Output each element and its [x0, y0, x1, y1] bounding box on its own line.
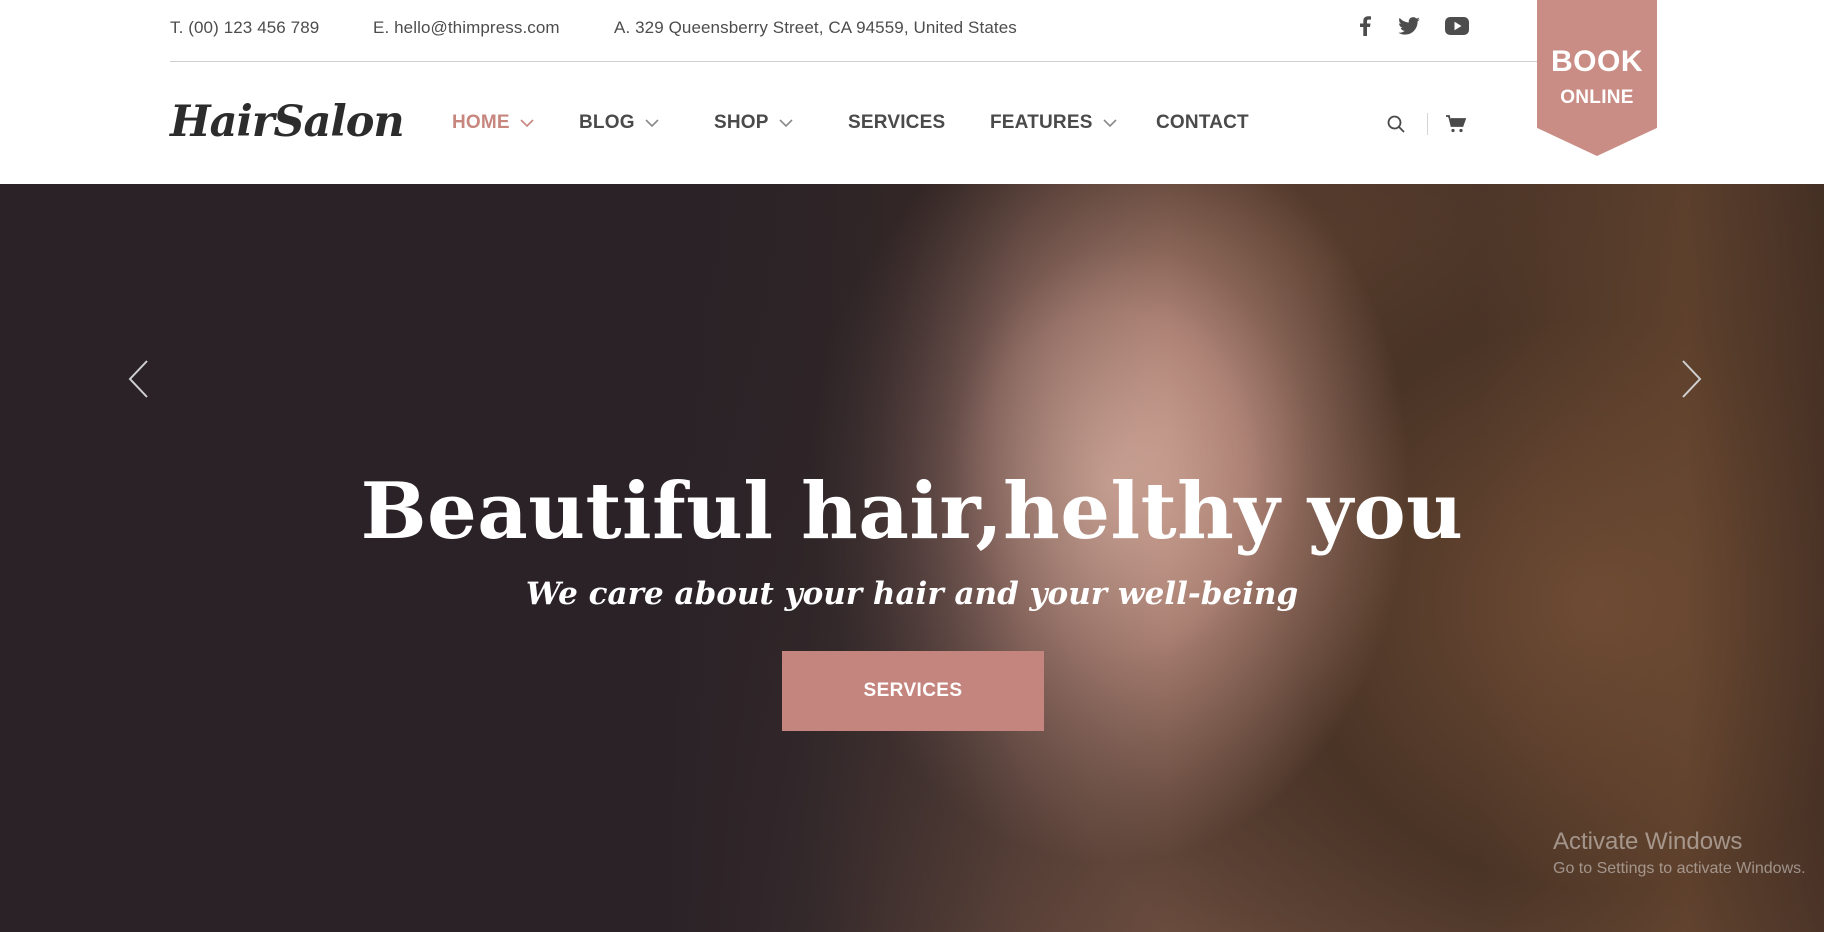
email-text[interactable]: E. hello@thimpress.com: [373, 18, 560, 38]
phone-text: T. (00) 123 456 789: [170, 18, 320, 37]
nav-item-home[interactable]: HOME: [452, 112, 534, 134]
twitter-icon[interactable]: [1396, 14, 1422, 38]
hero-image-hair: [1480, 184, 1824, 932]
slider-next-arrow-icon[interactable]: [1672, 352, 1712, 406]
chevron-down-icon: [520, 118, 534, 127]
chevron-down-icon: [1103, 118, 1117, 127]
hero-subtitle: We care about your hair and your well-be…: [525, 576, 1299, 612]
search-icon[interactable]: [1383, 111, 1409, 137]
slider-prev-arrow-icon[interactable]: [118, 352, 158, 406]
nav-label: SHOP: [714, 112, 769, 133]
hero-title: Beautiful hair,helthy you: [360, 466, 1464, 557]
hero-slider: Beautiful hair,helthy you We care about …: [0, 184, 1824, 932]
book-online-button[interactable]: BOOK ONLINE: [1537, 0, 1657, 156]
nav-label: SERVICES: [848, 112, 946, 133]
nav-item-blog[interactable]: BLOG: [579, 112, 659, 134]
chevron-down-icon: [645, 118, 659, 127]
nav-item-features[interactable]: FEATURES: [990, 112, 1117, 134]
book-label: BOOK: [1551, 45, 1643, 78]
watermark-title: Activate Windows: [1553, 828, 1743, 855]
online-label: ONLINE: [1560, 87, 1634, 108]
nav-item-services[interactable]: SERVICES: [848, 112, 945, 134]
chevron-down-icon: [779, 118, 793, 127]
header-separator: [1427, 113, 1428, 135]
nav-label: HOME: [452, 112, 510, 133]
services-button[interactable]: SERVICES: [782, 651, 1044, 731]
nav-label: CONTACT: [1156, 112, 1249, 133]
site-logo[interactable]: HairSalon: [170, 97, 405, 147]
nav-label: BLOG: [579, 112, 635, 133]
watermark-subtitle: Go to Settings to activate Windows.: [1553, 860, 1806, 877]
facebook-icon[interactable]: [1352, 14, 1378, 38]
nav-item-contact[interactable]: CONTACT: [1156, 112, 1249, 134]
activate-windows-watermark: Activate Windows Go to Settings to activ…: [1553, 828, 1806, 878]
address-text: A. 329 Queensberry Street, CA 94559, Uni…: [614, 18, 1017, 37]
nav-item-shop[interactable]: SHOP: [714, 112, 793, 134]
youtube-icon[interactable]: [1444, 14, 1470, 38]
nav-label: FEATURES: [990, 112, 1093, 133]
cart-icon[interactable]: [1443, 111, 1469, 137]
